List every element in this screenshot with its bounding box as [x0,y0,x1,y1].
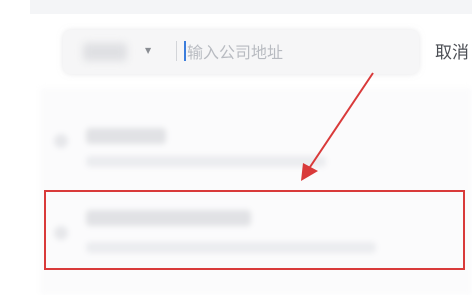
screen: ▼ 取消 [0,0,472,295]
cancel-button[interactable]: 取消 [432,40,472,66]
result-title [86,128,166,144]
address-search-input[interactable] [187,40,402,64]
top-strip [30,0,472,14]
city-selector[interactable] [83,43,127,61]
caret-down-icon[interactable]: ▼ [145,45,155,57]
highlight-box [44,190,465,270]
text-cursor [184,41,186,61]
divider [176,41,177,61]
result-item[interactable] [40,108,472,178]
location-pin-icon [54,134,68,148]
search-bar: ▼ [63,30,419,74]
result-address [86,156,326,167]
